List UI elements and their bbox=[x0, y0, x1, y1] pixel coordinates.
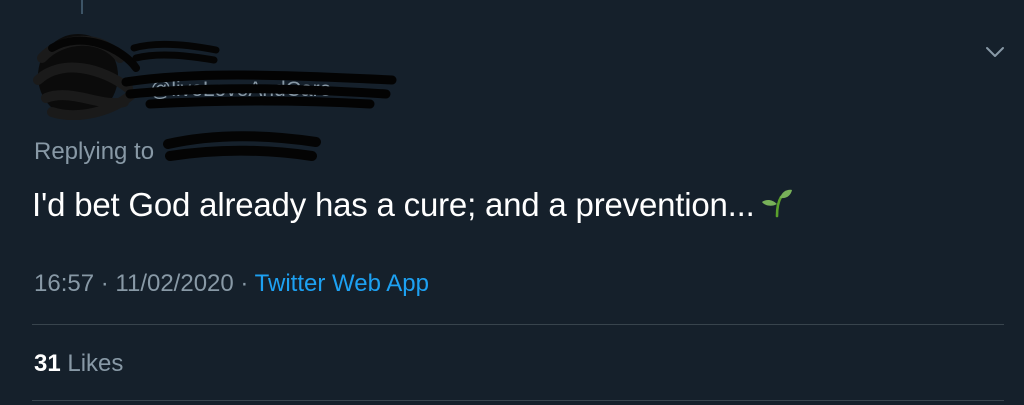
meta-separator: · bbox=[100, 270, 109, 297]
seedling-icon bbox=[761, 189, 792, 218]
meta-separator: · bbox=[240, 270, 249, 297]
handle-redaction bbox=[121, 70, 397, 109]
likes-count: 31 bbox=[34, 350, 61, 377]
tweet-metadata: 16:57 · 11/02/2020 · Twitter Web App bbox=[34, 270, 429, 298]
chevron-down-icon[interactable] bbox=[984, 44, 1006, 60]
tweet-text: I'd bet God already has a cure; and a pr… bbox=[32, 186, 755, 223]
display-name-redaction bbox=[130, 40, 220, 64]
tweet-detail: @liveLoveAndCare Replying to I'd bet God… bbox=[0, 0, 1024, 405]
divider bbox=[32, 400, 1004, 401]
replying-to-text: Replying to bbox=[34, 138, 155, 165]
replying-to-handle-redaction[interactable] bbox=[162, 126, 322, 170]
tweet-body: I'd bet God already has a cure; and a pr… bbox=[32, 186, 793, 224]
source-app-link[interactable]: Twitter Web App bbox=[255, 270, 429, 297]
divider bbox=[32, 324, 1004, 325]
tweet-date[interactable]: 11/02/2020 bbox=[115, 270, 233, 297]
likes-stat[interactable]: 31 Likes bbox=[34, 350, 123, 378]
tweet-time[interactable]: 16:57 bbox=[34, 270, 94, 297]
thread-connector-line bbox=[81, 0, 83, 14]
replying-to-label: Replying to bbox=[34, 138, 154, 166]
likes-label: Likes bbox=[67, 350, 124, 377]
